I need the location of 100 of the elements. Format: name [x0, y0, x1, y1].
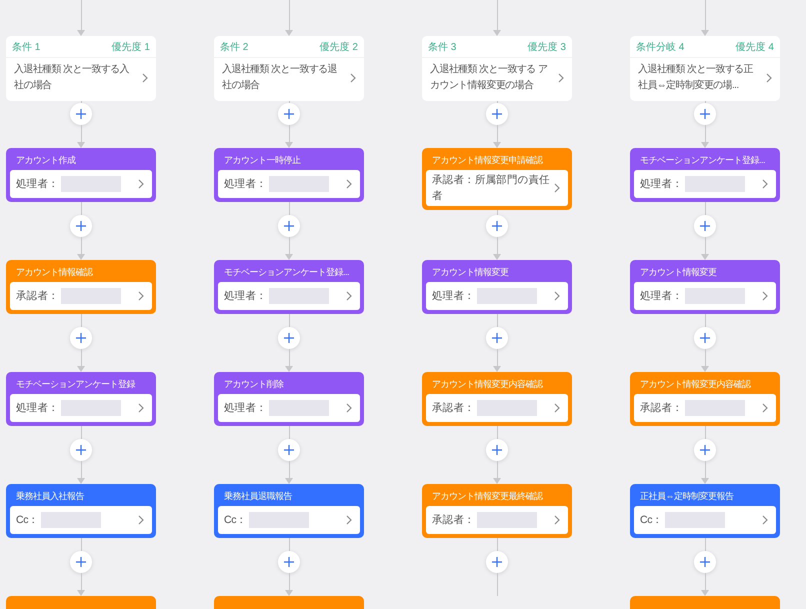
- assignee-text: 処理者：: [640, 177, 683, 192]
- priority-label: 優先度 3: [528, 40, 566, 54]
- assignee-text: 承認者：: [640, 401, 683, 416]
- chevron-right-icon: [766, 73, 772, 83]
- add-step-button[interactable]: [70, 103, 92, 125]
- plus-icon: [700, 109, 710, 119]
- step-title: モチベーションアンケート登録...: [223, 266, 350, 279]
- step-title: モチベーションアンケート登録: [15, 378, 136, 391]
- step-card[interactable]: アカウント情報変更内容確認 承認者：: [630, 372, 780, 426]
- plus-icon: [76, 557, 86, 567]
- add-step-button[interactable]: [694, 551, 716, 573]
- plus-icon: [700, 445, 710, 455]
- plus-icon: [492, 333, 502, 343]
- chevron-right-icon: [346, 403, 352, 413]
- chevron-right-icon: [762, 291, 768, 301]
- add-step-button[interactable]: [70, 551, 92, 573]
- step-card[interactable]: モチベーションアンケート登録... 処理者：: [630, 148, 780, 202]
- add-step-button[interactable]: [278, 551, 300, 573]
- priority-label: 優先度 4: [736, 40, 774, 54]
- chevron-right-icon: [138, 403, 144, 413]
- step-title: 乗務社員入社報告: [15, 490, 86, 503]
- step-card[interactable]: アカウント情報確認 承認者：: [6, 260, 156, 314]
- plus-icon: [492, 221, 502, 231]
- plus-icon: [76, 221, 86, 231]
- step-card[interactable]: 正社員⇔定時制変更報告 Cc：: [630, 484, 780, 538]
- add-step-button[interactable]: [486, 439, 508, 461]
- plus-icon: [284, 109, 294, 119]
- chevron-right-icon: [554, 403, 560, 413]
- chevron-right-icon: [762, 403, 768, 413]
- assignee-text: 処理者：: [224, 177, 267, 192]
- plus-icon: [284, 221, 294, 231]
- step-card[interactable]: 乗務社員退職報告 Cc：: [214, 484, 364, 538]
- add-step-button[interactable]: [278, 215, 300, 237]
- plus-icon: [700, 557, 710, 567]
- step-card[interactable]: モチベーションアンケート登録 処理者：: [6, 372, 156, 426]
- step-card[interactable]: アカウント情報変更申請確認 承認者：所属部門の責任者: [422, 148, 572, 210]
- add-step-button[interactable]: [486, 103, 508, 125]
- add-step-button[interactable]: [70, 215, 92, 237]
- condition-card[interactable]: 条件 2 優先度 2 入退社種類 次と一致する退社の場合: [214, 36, 364, 101]
- add-step-button[interactable]: [70, 439, 92, 461]
- condition-text: 入退社種類 次と一致する入社の場合: [14, 62, 130, 93]
- assignee-text: Cc：: [16, 513, 39, 528]
- chevron-right-icon: [350, 73, 356, 83]
- step-card[interactable]: アカウント情報変更 処理者：: [630, 260, 780, 314]
- add-step-button[interactable]: [694, 439, 716, 461]
- assignee-text: 処理者：: [224, 401, 267, 416]
- plus-icon: [284, 445, 294, 455]
- chevron-right-icon: [554, 291, 560, 301]
- condition-text: 入退社種類 次と一致する アカウント情報変更の場合: [430, 62, 548, 93]
- assignee-text: 処理者：: [432, 289, 475, 304]
- assignee-text: 承認者：所属部門の責任者: [432, 173, 551, 204]
- step-card[interactable]: アカウント削除 処理者：: [214, 372, 364, 426]
- step-card[interactable]: モチベーションアンケート登録... 処理者：: [214, 260, 364, 314]
- add-step-button[interactable]: [486, 551, 508, 573]
- step-title: モチベーションアンケート登録...: [639, 154, 766, 167]
- step-card[interactable]: アカウント情報変更最終確認 承認者：: [422, 484, 572, 538]
- assignee-text: 承認者：: [432, 401, 475, 416]
- add-step-button[interactable]: [70, 327, 92, 349]
- step-card[interactable]: 乗務社員入社報告 Cc：: [6, 484, 156, 538]
- chevron-right-icon: [138, 179, 144, 189]
- chevron-right-icon: [138, 515, 144, 525]
- step-card[interactable]: アカウント情報変更内容確認 承認者：: [422, 372, 572, 426]
- plus-icon: [492, 445, 502, 455]
- add-step-button[interactable]: [694, 215, 716, 237]
- assignee-text: 処理者：: [16, 177, 59, 192]
- step-card[interactable]: アカウント作成 処理者：: [6, 148, 156, 202]
- step-card[interactable]: アカウント情報変更 処理者：: [422, 260, 572, 314]
- condition-label: 条件 2: [220, 41, 248, 54]
- add-step-button[interactable]: [278, 439, 300, 461]
- condition-label: 条件 1: [12, 41, 40, 54]
- step-title: アカウント情報確認: [15, 266, 94, 279]
- step-title: アカウント情報変更申請確認: [431, 154, 544, 167]
- assignee-text: Cc：: [640, 513, 663, 528]
- chevron-right-icon: [142, 73, 148, 83]
- add-step-button[interactable]: [278, 103, 300, 125]
- step-title: アカウント削除: [223, 378, 284, 391]
- step-title: アカウント情報変更内容確認: [431, 378, 544, 391]
- step-title: 正社員⇔定時制変更報告: [639, 490, 735, 503]
- plus-icon: [492, 109, 502, 119]
- plus-icon: [700, 333, 710, 343]
- condition-text: 入退社種類 次と一致する正社員⇔定時制変更の場...: [638, 62, 754, 93]
- add-step-button[interactable]: [486, 327, 508, 349]
- plus-icon: [76, 109, 86, 119]
- plus-icon: [700, 221, 710, 231]
- priority-label: 優先度 2: [320, 40, 358, 54]
- chevron-right-icon: [762, 179, 768, 189]
- condition-card[interactable]: 条件 3 優先度 3 入退社種類 次と一致する アカウント情報変更の場合: [422, 36, 572, 101]
- step-title: アカウント作成: [15, 154, 77, 167]
- condition-card[interactable]: 条件 1 優先度 1 入退社種類 次と一致する入社の場合: [6, 36, 156, 101]
- assignee-text: 承認者：: [432, 513, 475, 528]
- add-step-button[interactable]: [694, 327, 716, 349]
- add-step-button[interactable]: [278, 327, 300, 349]
- condition-label: 条件 3: [428, 41, 456, 54]
- step-card[interactable]: アカウント一時停止 処理者：: [214, 148, 364, 202]
- step-title: アカウント情報変更最終確認: [431, 490, 544, 503]
- add-step-button[interactable]: [486, 215, 508, 237]
- add-step-button[interactable]: [694, 103, 716, 125]
- assignee-text: 処理者：: [224, 289, 267, 304]
- condition-card[interactable]: 条件分岐 4 優先度 4 入退社種類 次と一致する正社員⇔定時制変更の場...: [630, 36, 780, 101]
- step-title: アカウント情報変更内容確認: [639, 378, 752, 391]
